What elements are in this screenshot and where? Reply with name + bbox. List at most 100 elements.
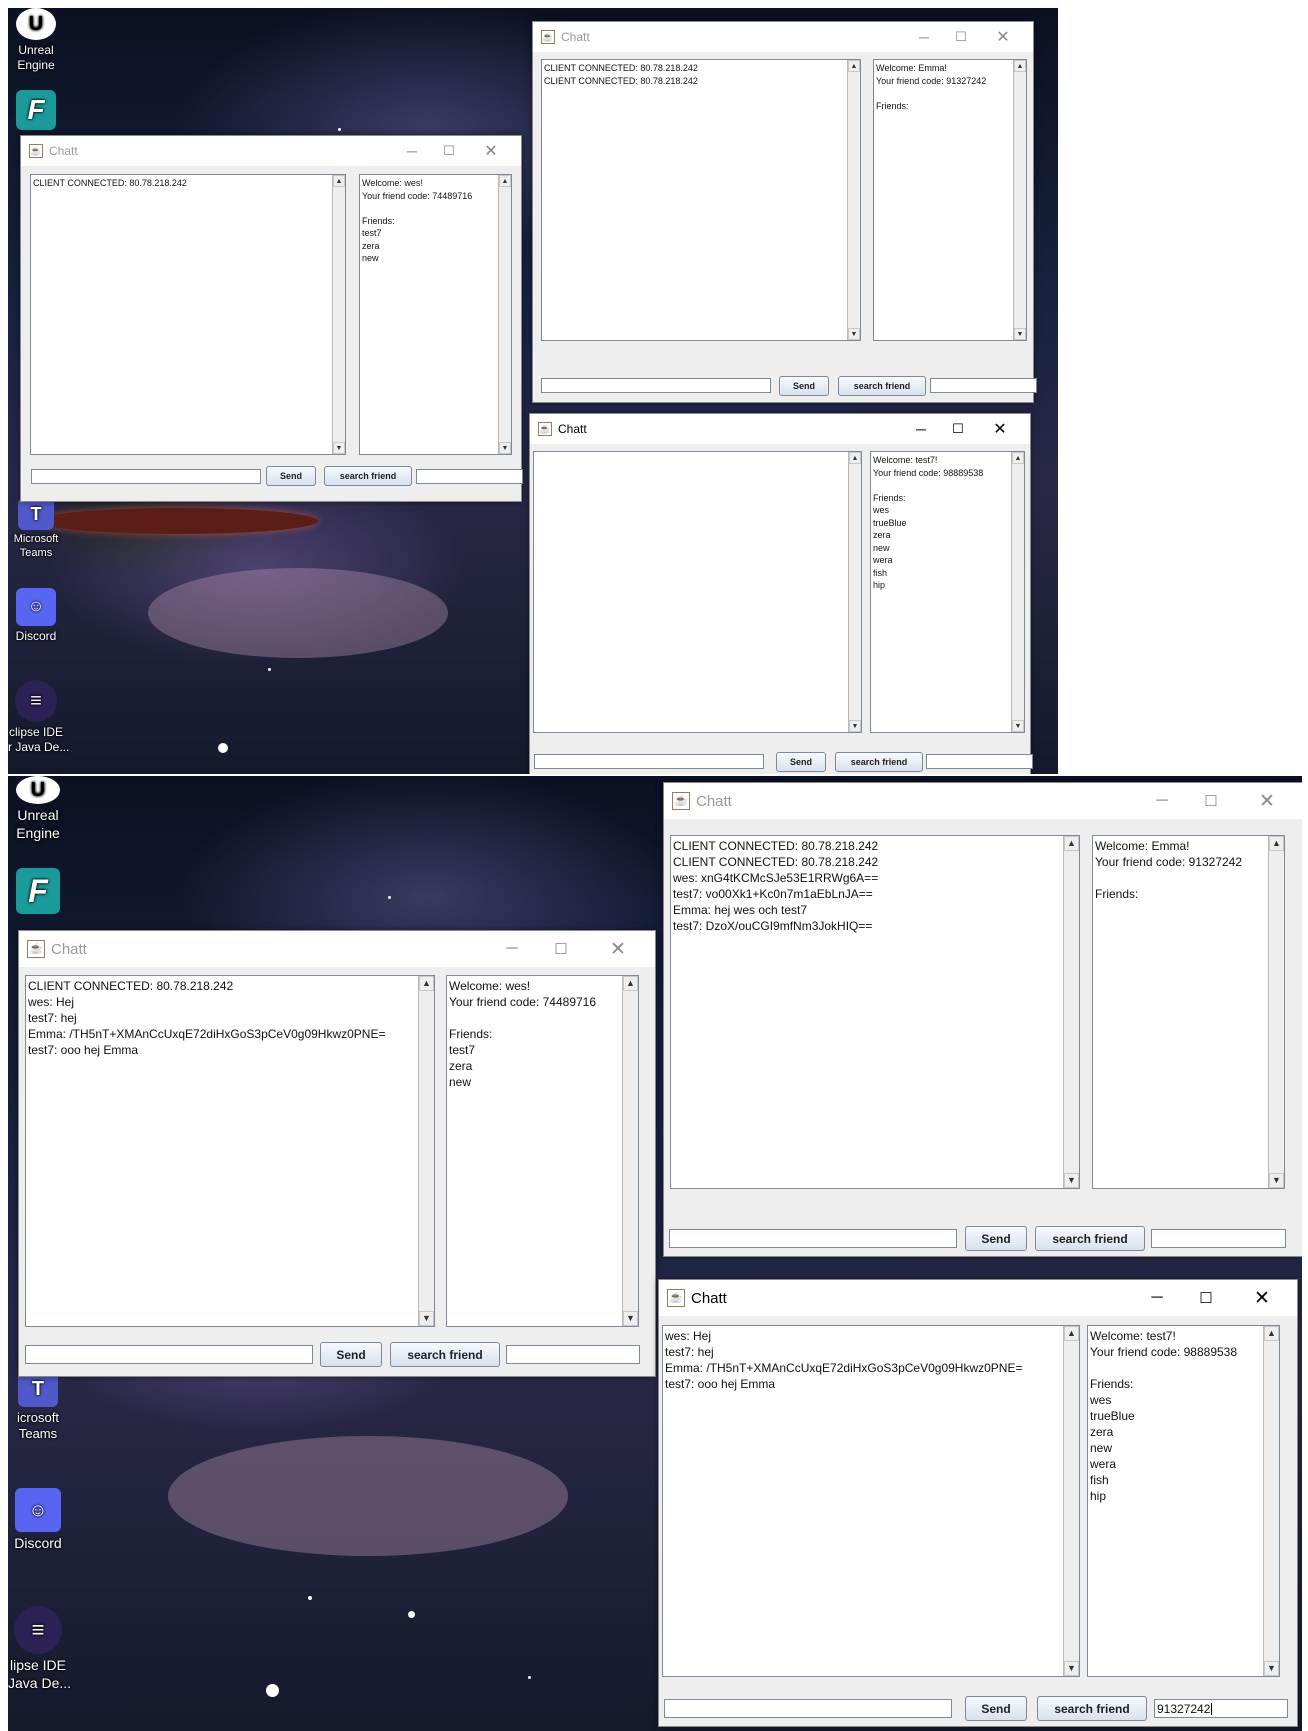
scroll-up-icon[interactable]: ▲	[1012, 452, 1024, 464]
friends-panel-scrollbar[interactable]: ▲ ▼	[1268, 836, 1284, 1188]
desktop-icon-discord[interactable]: ☺ Discord	[8, 1488, 68, 1553]
search-friend-button[interactable]: search friend	[390, 1342, 500, 1367]
maximize-icon[interactable]: ☐	[1191, 783, 1231, 819]
scroll-down-icon[interactable]: ▼	[1014, 328, 1026, 340]
friends-panel-scrollbar[interactable]: ▲ ▼	[498, 175, 511, 454]
send-button[interactable]: Send	[320, 1342, 382, 1367]
chat-log[interactable]: ▲ ▼	[533, 451, 862, 733]
search-friend-button[interactable]: search friend	[1037, 1696, 1147, 1721]
maximize-icon[interactable]: ☐	[1186, 1280, 1226, 1316]
maximize-icon[interactable]: ☐	[946, 22, 976, 52]
friend-code-input[interactable]	[1151, 1229, 1286, 1248]
title-bar[interactable]: ☕ Chatt ─ ☐ ✕	[530, 414, 1030, 444]
chat-window-emma[interactable]: ☕ Chatt ─ ☐ ✕ CLIENT CONNECTED: 80.78.21…	[663, 782, 1302, 1257]
chat-log[interactable]: CLIENT CONNECTED: 80.78.218.242 CLIENT C…	[670, 835, 1080, 1189]
minimize-icon[interactable]: ─	[492, 931, 532, 967]
send-button[interactable]: Send	[776, 752, 826, 772]
scroll-down-icon[interactable]: ▼	[1064, 1661, 1079, 1676]
chat-log[interactable]: CLIENT CONNECTED: 80.78.218.242 ▲ ▼	[30, 174, 346, 455]
scroll-down-icon[interactable]: ▼	[333, 442, 345, 454]
maximize-icon[interactable]: ☐	[943, 414, 973, 444]
scroll-up-icon[interactable]: ▲	[1264, 1326, 1279, 1341]
desktop-icon-teams[interactable]: T Microsoft Teams	[8, 498, 64, 561]
scroll-up-icon[interactable]: ▲	[849, 452, 861, 464]
maximize-icon[interactable]: ☐	[434, 136, 464, 166]
scroll-up-icon[interactable]: ▲	[1014, 60, 1026, 72]
close-icon[interactable]: ✕	[1244, 783, 1290, 819]
chat-window-wes[interactable]: ☕ Chatt ─ ☐ ✕ CLIENT CONNECTED: 80.78.21…	[18, 930, 656, 1377]
desktop-icon-unreal[interactable]: U Unreal Engine	[8, 8, 64, 73]
scroll-down-icon[interactable]: ▼	[1264, 1661, 1279, 1676]
message-input[interactable]	[664, 1699, 952, 1718]
minimize-icon[interactable]: ─	[397, 136, 427, 166]
send-button[interactable]: Send	[965, 1226, 1027, 1251]
message-input[interactable]	[534, 754, 764, 769]
chat-log[interactable]: CLIENT CONNECTED: 80.78.218.242 CLIENT C…	[541, 59, 861, 341]
send-button[interactable]: Send	[779, 376, 829, 396]
scroll-up-icon[interactable]: ▲	[1064, 1326, 1079, 1341]
chat-log-scrollbar[interactable]: ▲ ▼	[848, 452, 861, 732]
message-input[interactable]	[669, 1229, 957, 1248]
title-bar[interactable]: ☕ Chatt ─ ☐ ✕	[533, 22, 1033, 52]
chat-log-scrollbar[interactable]: ▲ ▼	[847, 60, 860, 340]
title-bar[interactable]: ☕ Chatt ─ ☐ ✕	[21, 136, 521, 166]
scroll-down-icon[interactable]: ▼	[849, 720, 861, 732]
chat-log[interactable]: CLIENT CONNECTED: 80.78.218.242 wes: Hej…	[25, 975, 435, 1327]
scroll-up-icon[interactable]: ▲	[1269, 836, 1284, 851]
scroll-up-icon[interactable]: ▲	[623, 976, 638, 991]
title-bar[interactable]: ☕ Chatt ─ ☐ ✕	[664, 783, 1302, 819]
chat-window-emma[interactable]: ☕ Chatt ─ ☐ ✕ CLIENT CONNECTED: 80.78.21…	[532, 21, 1037, 403]
message-input[interactable]	[25, 1345, 313, 1364]
scroll-up-icon[interactable]: ▲	[333, 175, 345, 187]
friend-code-input[interactable]	[926, 754, 1033, 769]
close-icon[interactable]: ✕	[595, 931, 641, 967]
scroll-down-icon[interactable]: ▼	[499, 442, 511, 454]
chat-log-scrollbar[interactable]: ▲ ▼	[1063, 836, 1079, 1188]
chat-log-scrollbar[interactable]: ▲ ▼	[332, 175, 345, 454]
chat-window-wes[interactable]: ☕ Chatt ─ ☐ ✕ CLIENT CONNECTED: 80.78.21…	[20, 135, 523, 502]
minimize-icon[interactable]: ─	[906, 414, 936, 444]
desktop-icon-eclipse[interactable]: ≡ lipse IDE Java De...	[8, 1606, 71, 1692]
friend-code-input[interactable]	[506, 1345, 640, 1364]
maximize-icon[interactable]: ☐	[541, 931, 581, 967]
close-icon[interactable]: ✕	[1239, 1280, 1285, 1316]
chat-log[interactable]: wes: Hej test7: hej Emma: /TH5nT+XMAnCcU…	[662, 1325, 1080, 1677]
desktop-icon-fusion[interactable]: F	[8, 90, 64, 133]
friend-code-input[interactable]	[416, 469, 523, 484]
chat-window-test7[interactable]: ☕ Chatt ─ ☐ ✕ wes: Hej test7: hej Emma: …	[658, 1279, 1298, 1727]
desktop-icon-fusion[interactable]: F	[8, 868, 68, 917]
desktop-icon-discord[interactable]: ☺ Discord	[8, 588, 64, 644]
search-friend-button[interactable]: search friend	[835, 752, 923, 772]
title-bar[interactable]: ☕ Chatt ─ ☐ ✕	[659, 1280, 1297, 1316]
scroll-up-icon[interactable]: ▲	[419, 976, 434, 991]
friends-panel-scrollbar[interactable]: ▲ ▼	[1013, 60, 1026, 340]
chat-log-scrollbar[interactable]: ▲ ▼	[1063, 1326, 1079, 1676]
close-icon[interactable]: ✕	[471, 136, 511, 166]
scroll-down-icon[interactable]: ▼	[1269, 1173, 1284, 1188]
close-icon[interactable]: ✕	[983, 22, 1023, 52]
friend-code-input[interactable]	[930, 378, 1037, 393]
scroll-up-icon[interactable]: ▲	[1064, 836, 1079, 851]
scroll-down-icon[interactable]: ▼	[419, 1311, 434, 1326]
scroll-down-icon[interactable]: ▼	[1064, 1173, 1079, 1188]
scroll-down-icon[interactable]: ▼	[1012, 720, 1024, 732]
desktop-icon-teams[interactable]: T icrosoft Teams	[8, 1371, 68, 1443]
friends-panel-scrollbar[interactable]: ▲ ▼	[622, 976, 638, 1326]
desktop-icon-eclipse[interactable]: ≡ clipse IDE r Java De...	[8, 680, 69, 755]
scroll-up-icon[interactable]: ▲	[848, 60, 860, 72]
scroll-up-icon[interactable]: ▲	[499, 175, 511, 187]
message-input[interactable]	[31, 469, 261, 484]
send-button[interactable]: Send	[965, 1696, 1027, 1721]
search-friend-button[interactable]: search friend	[1035, 1226, 1145, 1251]
chat-window-test7[interactable]: ☕ Chatt ─ ☐ ✕ ▲ ▼ Welcome: test7! Your f…	[529, 413, 1033, 774]
minimize-icon[interactable]: ─	[1137, 1280, 1177, 1316]
minimize-icon[interactable]: ─	[1142, 783, 1182, 819]
close-icon[interactable]: ✕	[980, 414, 1020, 444]
search-friend-button[interactable]: search friend	[324, 466, 412, 486]
friends-panel-scrollbar[interactable]: ▲ ▼	[1011, 452, 1024, 732]
minimize-icon[interactable]: ─	[909, 22, 939, 52]
chat-log-scrollbar[interactable]: ▲ ▼	[418, 976, 434, 1326]
scroll-down-icon[interactable]: ▼	[623, 1311, 638, 1326]
message-input[interactable]	[541, 378, 771, 393]
friend-code-input[interactable]: 91327242	[1154, 1699, 1288, 1718]
